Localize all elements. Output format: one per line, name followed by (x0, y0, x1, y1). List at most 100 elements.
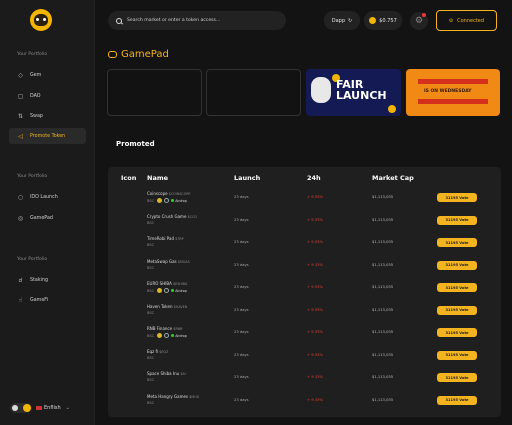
search-placeholder: Search market or enter a token access... (127, 18, 221, 23)
sidebar-item-label: IDO Launch (30, 194, 58, 200)
table-row[interactable]: RNB Finance $RNB BSC Airdrop 23 days + 9.33%… (108, 324, 501, 344)
token-name[interactable]: Space Shiba Inu $SI (147, 371, 186, 376)
table-row[interactable]: MetaSwap Gas $MGAS BSC 23 days + 9.33% $1,11… (108, 257, 501, 277)
vote-button[interactable]: 31195 Vote (437, 373, 477, 382)
sidebar-item-swap[interactable]: ⇅ Swap (9, 108, 86, 124)
vote-button[interactable]: 31195 Vote (437, 283, 477, 292)
bnb-icon (157, 333, 163, 338)
token-name[interactable]: Crypto Crush Game $CCG (147, 214, 197, 219)
wednesday-banner[interactable]: IS ON WEDNESDAY (406, 69, 500, 116)
sidebar-item-gamefi[interactable]: ☝ GameFi (9, 292, 86, 308)
topbar: Search market or enter a token access...… (96, 0, 512, 42)
token-name-text: Haven Token (147, 303, 173, 309)
token-name-text: TimeRobi Pad (147, 236, 174, 241)
swap-icon: ⇅ (17, 112, 24, 120)
token-ticker: $MHG (189, 394, 200, 399)
app: Your Portfolio ◇ Gem ▢ DAO ⇅ Swap ◁ Promote … (0, 0, 512, 425)
token-name[interactable]: Coinscope $COINSCOPE (147, 191, 190, 196)
token-name[interactable]: MetaSwap Gas $MGAS (147, 259, 190, 264)
launch-value: 23 days (234, 397, 249, 402)
sidebar-item-gem[interactable]: ◇ Gem (9, 67, 86, 83)
diamond-icon: ◇ (18, 71, 23, 79)
table-row[interactable]: TimeRobi Pad $TRP BSC 23 days + 9.33% $1,113… (108, 234, 501, 254)
market-cap-value: $1,113,035 (372, 195, 394, 199)
table-row[interactable]: Haven Token $HAVEN BSC 23 days + 9.33% $1,11… (108, 302, 501, 322)
table-row[interactable]: Coinscope $COINSCOPE BSC Airdrop 23 days + 9… (108, 189, 501, 209)
theme-toggle[interactable] (10, 403, 32, 413)
market-cap-value: $1,113,035 (372, 285, 394, 289)
balance-button[interactable]: $0.757 (364, 11, 402, 30)
launch-value: 23 days (234, 352, 249, 357)
vote-button[interactable]: 31195 Vote (437, 238, 477, 247)
table-row[interactable]: Eqz fi $EQZ BSC 23 days + 9.33% $1,113,035 31… (108, 347, 501, 367)
token-ticker: $RNB (173, 327, 183, 331)
chain-label: BSC (147, 355, 155, 360)
gamepad-card[interactable] (107, 69, 202, 116)
table-row[interactable]: Space Shiba Inu $SI BSC 23 days + 9.33% $1,1… (108, 369, 501, 389)
token-meta: BSC (147, 311, 154, 315)
vote-button[interactable]: 31195 Vote (437, 328, 477, 337)
table-row[interactable]: EURO SHIBA $ESHIBA BSC Airdrop 23 days + 9.3… (108, 279, 501, 299)
change-value: + 9.33% (307, 240, 323, 244)
audit-icon (164, 333, 170, 338)
logo-icon[interactable] (30, 9, 52, 31)
change-value: + 9.33% (307, 307, 323, 312)
vote-button[interactable]: 31195 Vote (437, 395, 477, 405)
chain-label: BSC (147, 333, 155, 338)
token-name[interactable]: RNB Finance $RNB (147, 326, 183, 331)
column-header: 24h (307, 174, 321, 182)
settings-button[interactable]: ⚙ (410, 12, 428, 30)
sidebar-footer: Enflish ⌄ (10, 403, 70, 413)
sidebar-item-ido-launch[interactable]: ○ IDO Launch (9, 189, 86, 205)
link-icon: ⊘ (448, 17, 454, 24)
token-name[interactable]: Meta Hangry Games $MHG (147, 394, 199, 399)
market-cap-value: $1,113,035 (372, 240, 394, 244)
chevron-down-icon[interactable]: ⌄ (66, 405, 70, 411)
table-row[interactable]: Crypto Crush Game $CCG BSC 23 days + 9.33% $… (108, 212, 501, 232)
token-name[interactable]: Haven Token $HAVEN (147, 304, 187, 309)
search-input[interactable]: Search market or enter a token access... (108, 11, 286, 30)
sidebar-item-dao[interactable]: ▢ DAO (9, 88, 86, 104)
sidebar-item-staking[interactable]: ☌ Staking (9, 272, 86, 288)
change-value: + 9.33% (307, 397, 323, 402)
launch-value: 23 days (234, 375, 249, 379)
sun-icon (23, 404, 31, 412)
refresh-icon: ↻ (348, 17, 353, 24)
token-meta: BSC (147, 401, 154, 405)
table-row[interactable]: Meta Hangry Games $MHG BSC 23 days + 9.33% $… (108, 392, 501, 412)
rocket-icon: ○ (17, 193, 24, 201)
gamepad-card[interactable] (206, 69, 301, 116)
vote-button[interactable]: 31195 Vote (437, 260, 477, 270)
fair-launch-banner[interactable]: FAIR LAUNCH (306, 69, 401, 116)
bnb-icon (157, 288, 163, 293)
dapp-button[interactable]: Dapp ↻ (324, 11, 360, 30)
token-meta: BSC Airdrop (147, 333, 187, 338)
chain-label: BSC (147, 243, 155, 247)
token-name-text: Meta Hangry Games (147, 393, 189, 399)
token-meta: BSC Airdrop (147, 288, 187, 293)
sidebar-item-label: Swap (30, 113, 43, 119)
token-name[interactable]: Eqz fi $EQZ (147, 349, 168, 354)
vote-button[interactable]: 31195 Vote (437, 350, 477, 360)
vote-button[interactable]: 31195 Vote (437, 215, 477, 225)
staking-icon: ☌ (18, 276, 23, 284)
launch-value: 23 days (234, 285, 249, 289)
sidebar-item-promote-token[interactable]: ◁ Promote Token (9, 128, 86, 144)
launch-value: 23 days (234, 307, 249, 312)
vote-button[interactable]: 31195 Vote (437, 193, 477, 202)
token-name-text: RNB Finance (147, 326, 173, 331)
sidebar-item-gamepad[interactable]: ◎ GamePad (9, 210, 86, 226)
column-header: Market Cap (372, 174, 414, 182)
token-name[interactable]: EURO SHIBA $ESHIBA (147, 281, 187, 286)
change-value: + 9.33% (307, 195, 323, 199)
language-selector[interactable]: Enflish (44, 405, 61, 411)
page-title: GamePad (121, 49, 169, 60)
section-label: Your Portfolio (17, 52, 48, 57)
coin-icon (388, 105, 396, 113)
wallet-connect-button[interactable]: ⊘ Connected (436, 10, 497, 31)
token-name[interactable]: TimeRobi Pad $TRP (147, 236, 184, 241)
audit-icon (164, 288, 170, 293)
token-ticker: $EQZ (159, 349, 169, 354)
chain-label: BSC (147, 265, 155, 270)
vote-button[interactable]: 31195 Vote (437, 305, 477, 315)
